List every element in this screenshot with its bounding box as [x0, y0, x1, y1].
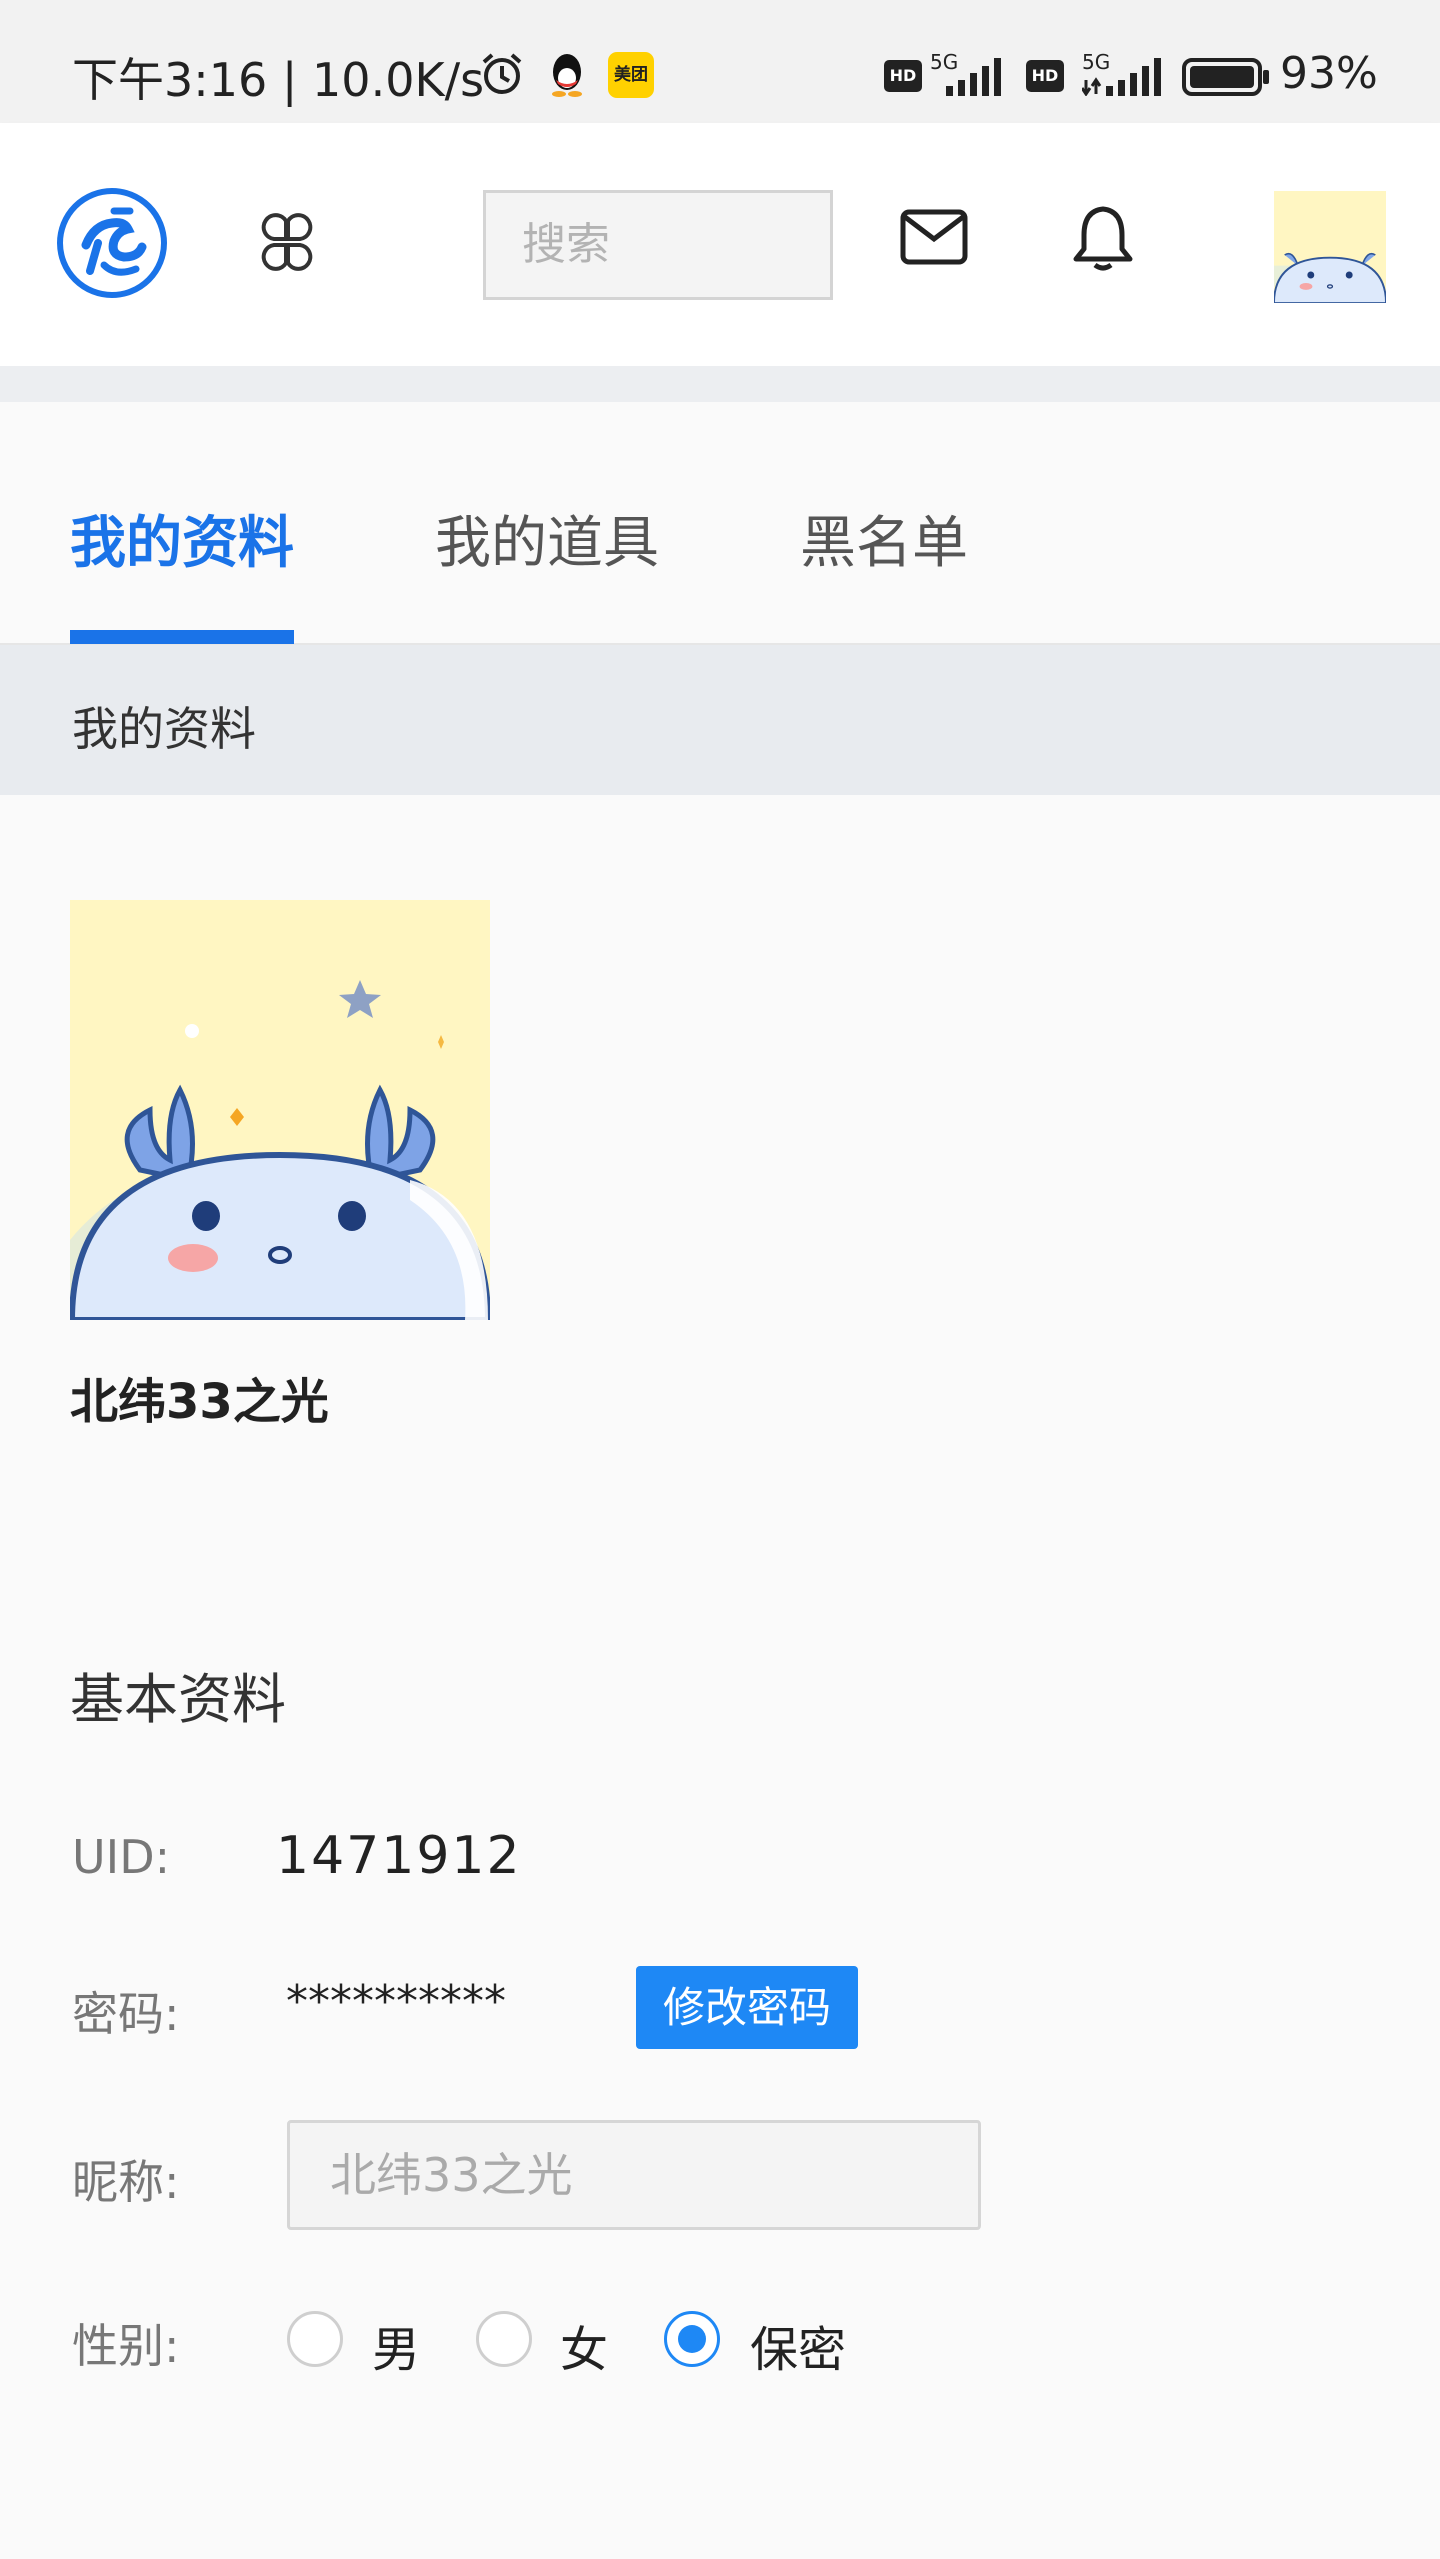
password-value: ********** — [286, 1976, 506, 2027]
status-bar: 下午3:16 | 10.0K/s 美团 HD 5G HD 5G 93% — [0, 0, 1440, 123]
user-avatar[interactable] — [1274, 191, 1386, 303]
uid-label: UID: — [72, 1830, 171, 1884]
hd-badge-1: HD — [884, 60, 922, 92]
profile-avatar[interactable] — [70, 900, 490, 1320]
tab-my-items[interactable]: 我的道具 — [435, 498, 659, 579]
signal-icon-1 — [946, 58, 1001, 96]
search-placeholder: 搜索 — [522, 219, 610, 270]
tab-bar: 我的资料 我的道具 黑名单 — [0, 402, 1440, 645]
section-title: 我的资料 — [72, 702, 256, 756]
password-label: 密码: — [72, 1987, 180, 2041]
mail-icon[interactable] — [900, 209, 968, 265]
nickname-placeholder: 北纬33之光 — [330, 2148, 573, 2202]
meituan-label: 美团 — [614, 65, 648, 85]
active-tab-indicator — [70, 630, 294, 644]
gender-label-female[interactable]: 女 — [560, 2310, 608, 2380]
gender-radio-secret[interactable] — [664, 2311, 720, 2367]
site-logo[interactable] — [54, 185, 170, 301]
basic-info-title: 基本资料 — [70, 1668, 286, 1731]
gender-label-male[interactable]: 男 — [372, 2310, 420, 2380]
status-time: 下午3:16 | 10.0K/s — [72, 53, 485, 107]
battery-icon — [1182, 58, 1269, 96]
battery-level: 93% — [1280, 48, 1378, 99]
meituan-icon: 美团 — [608, 52, 654, 98]
gender-radio-male[interactable] — [287, 2311, 343, 2367]
nickname-label: 昵称: — [72, 2155, 180, 2209]
gender-radio-female[interactable] — [476, 2311, 532, 2367]
alarm-icon — [482, 53, 522, 94]
hd-badge-2: HD — [1026, 60, 1064, 92]
header-divider — [0, 366, 1440, 402]
apps-icon[interactable] — [252, 207, 322, 277]
change-password-button[interactable]: 修改密码 — [636, 1966, 858, 2049]
search-input[interactable]: 搜索 — [483, 190, 833, 300]
gender-label-secret[interactable]: 保密 — [750, 2310, 846, 2380]
section-header: 我的资料 — [0, 645, 1440, 795]
qq-icon — [552, 54, 582, 97]
top-nav: 搜索 — [0, 123, 1440, 366]
bell-icon[interactable] — [1068, 203, 1138, 273]
signal-icon-2 — [1082, 58, 1161, 96]
profile-username: 北纬33之光 — [70, 1374, 329, 1430]
uid-value: 1471912 — [276, 1826, 522, 1886]
gender-label: 性别: — [72, 2319, 180, 2373]
nickname-input[interactable]: 北纬33之光 — [287, 2120, 981, 2230]
tab-blacklist[interactable]: 黑名单 — [800, 498, 968, 579]
tab-my-profile[interactable]: 我的资料 — [70, 498, 294, 579]
